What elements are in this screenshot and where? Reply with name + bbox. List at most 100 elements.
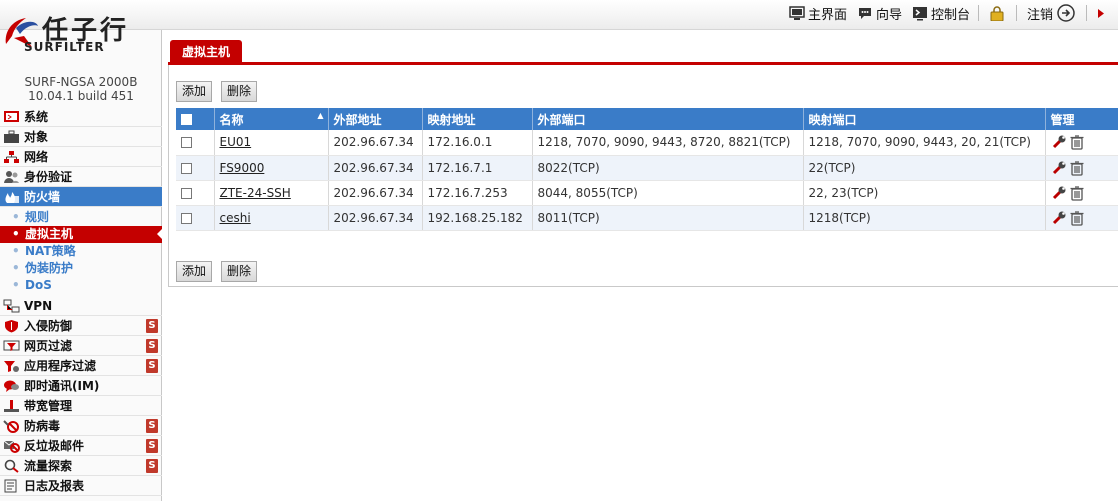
bandwidth-icon — [4, 399, 19, 412]
home-link[interactable]: 主界面 — [789, 4, 847, 23]
row-select-cell — [176, 130, 215, 156]
divider — [1086, 5, 1087, 21]
edit-wrench-icon[interactable] — [1051, 210, 1067, 226]
manage-cell — [1045, 180, 1118, 206]
manage-cell — [1045, 155, 1118, 181]
sidebar-item-logs-reports[interactable]: 日志及报表 — [0, 476, 162, 496]
edit-wrench-icon[interactable] — [1051, 185, 1067, 201]
delete-trash-icon[interactable] — [1069, 210, 1085, 226]
im-chat-icon — [4, 380, 19, 392]
sidebar-item-web-filter[interactable]: 网页过滤 S — [0, 336, 162, 356]
column-header-map-port: 映射端口 — [803, 108, 1046, 130]
wizard-link[interactable]: 向导 — [857, 4, 902, 23]
row-checkbox[interactable] — [181, 187, 192, 199]
divider — [977, 5, 979, 21]
license-badge: S — [146, 339, 158, 353]
console-link[interactable]: 控制台 — [912, 4, 970, 23]
license-badge: S — [146, 359, 158, 373]
add-button-top[interactable]: 添加 — [176, 81, 213, 102]
sidebar-item-antispam[interactable]: 反垃圾邮件 S — [0, 436, 162, 456]
map-port-cell: 1218, 7070, 9090, 9443, 20, 21(TCP) — [803, 130, 1046, 156]
delete-button-top[interactable]: 删除 — [221, 81, 258, 102]
sidebar-item-vpn[interactable]: VPN — [0, 296, 162, 316]
row-checkbox[interactable] — [181, 212, 192, 224]
console-icon — [912, 6, 927, 20]
edit-wrench-icon[interactable] — [1051, 160, 1067, 176]
host-name-link[interactable]: EU01 — [220, 135, 252, 149]
host-name-link[interactable]: ZTE-24-SSH — [220, 186, 291, 200]
virtual-host-table: 名称 ▲ 外部地址 映射地址 外部端口 映射端口 管理 EU01 202.96.6… — [176, 108, 1118, 231]
sidebar-item-label: 防火墙 — [24, 189, 61, 204]
sidebar-subitem-dos[interactable]: DoS — [0, 277, 162, 294]
sidebar-subitem-nat-policy[interactable]: NAT策略 — [0, 243, 162, 260]
table-row: EU01 202.96.67.34 172.16.0.1 1218, 7070,… — [176, 130, 1118, 156]
column-header-name[interactable]: 名称 ▲ — [214, 108, 329, 130]
name-cell: EU01 — [214, 130, 329, 156]
antispam-icon — [3, 440, 20, 453]
firmware-version: 10.04.1 build 451 — [28, 89, 134, 103]
sidebar-item-antivirus[interactable]: 防病毒 S — [0, 416, 162, 436]
sidebar-subitem-virtual-host[interactable]: 虚拟主机 — [0, 226, 163, 243]
sidebar-item-intrusion-prevention[interactable]: 入侵防御 S — [0, 316, 162, 336]
column-header-manage: 管理 — [1045, 108, 1118, 130]
sidebar-item-network[interactable]: 网络 — [0, 147, 162, 167]
logout-arrow-icon — [1057, 4, 1075, 22]
wizard-label: 向导 — [875, 7, 902, 23]
vpn-icon — [3, 299, 20, 312]
sidebar-item-object[interactable]: 对象 — [0, 127, 162, 147]
sidebar-menu: 系统 对象 网络 身份验证 防火墙 规则 虚拟主机 NAT策略 伪装防护 DoS… — [0, 107, 163, 496]
system-icon — [4, 110, 19, 122]
sidebar-item-label: 身份验证 — [24, 169, 73, 184]
delete-trash-icon[interactable] — [1069, 185, 1085, 201]
delete-button-bottom[interactable]: 删除 — [221, 261, 258, 282]
virtual-host-panel: 添加 删除 名称 ▲ 外部地址 映射地址 外部端口 映射端口 管理 EU01 20 — [168, 65, 1118, 287]
row-select-cell — [176, 155, 215, 181]
sidebar-item-label: 反垃圾邮件 — [24, 438, 85, 453]
users-icon — [4, 170, 19, 183]
name-cell: ZTE-24-SSH — [214, 180, 329, 206]
sidebar-subitem-spoof-protection[interactable]: 伪装防护 — [0, 260, 162, 277]
logout-label: 注销 — [1026, 7, 1053, 23]
manage-cell — [1045, 130, 1118, 156]
column-header-ext-addr: 外部地址 — [328, 108, 423, 130]
license-badge: S — [146, 459, 158, 473]
table-row: FS9000 202.96.67.34 172.16.7.1 8022(TCP)… — [176, 155, 1118, 181]
row-checkbox[interactable] — [181, 137, 192, 149]
ext-addr-cell: 202.96.67.34 — [328, 205, 423, 231]
row-select-cell — [176, 205, 215, 231]
home-label: 主界面 — [807, 7, 847, 23]
antivirus-icon — [3, 419, 19, 433]
sidebar-item-traffic-discovery[interactable]: 流量探索 S — [0, 456, 162, 476]
ext-addr-cell: 202.96.67.34 — [328, 180, 423, 206]
delete-trash-icon[interactable] — [1069, 134, 1085, 150]
select-all-checkbox[interactable] — [181, 114, 192, 125]
edit-wrench-icon[interactable] — [1051, 134, 1067, 150]
host-name-link[interactable]: FS9000 — [220, 161, 265, 175]
ext-port-cell: 8011(TCP) — [532, 205, 804, 231]
report-icon — [4, 479, 17, 492]
sidebar-item-label: 应用程序过滤 — [24, 358, 97, 373]
sidebar-item-label: 即时通讯(IM) — [24, 378, 100, 393]
sidebar-item-bandwidth[interactable]: 带宽管理 — [0, 396, 162, 416]
row-select-cell — [176, 180, 215, 206]
logout-link[interactable]: 注销 — [1027, 4, 1078, 23]
sidebar-item-system[interactable]: 系统 — [0, 107, 162, 127]
add-button-bottom[interactable]: 添加 — [176, 261, 213, 282]
sidebar-item-instant-messaging[interactable]: 即时通讯(IM) — [0, 376, 162, 396]
delete-trash-icon[interactable] — [1069, 160, 1085, 176]
sidebar-item-label: 系统 — [24, 109, 49, 124]
sidebar-item-authentication[interactable]: 身份验证 — [0, 167, 162, 187]
sidebar-subitem-rules[interactable]: 规则 — [0, 209, 162, 226]
expand-button[interactable] — [1097, 6, 1108, 21]
sidebar-item-label: 网页过滤 — [24, 338, 73, 353]
sidebar-item-app-filter[interactable]: 应用程序过滤 S — [0, 356, 162, 376]
lock-button[interactable] — [989, 5, 1008, 21]
map-addr-cell: 192.168.25.182 — [422, 205, 533, 231]
row-checkbox[interactable] — [181, 162, 192, 174]
host-name-link[interactable]: ceshi — [220, 211, 251, 225]
map-addr-cell: 172.16.7.253 — [422, 180, 533, 206]
tab-virtual-host[interactable]: 虚拟主机 — [170, 40, 243, 65]
sidebar-item-firewall[interactable]: 防火墙 — [0, 187, 162, 207]
map-port-cell: 22, 23(TCP) — [803, 180, 1046, 206]
column-header-map-addr: 映射地址 — [422, 108, 533, 130]
